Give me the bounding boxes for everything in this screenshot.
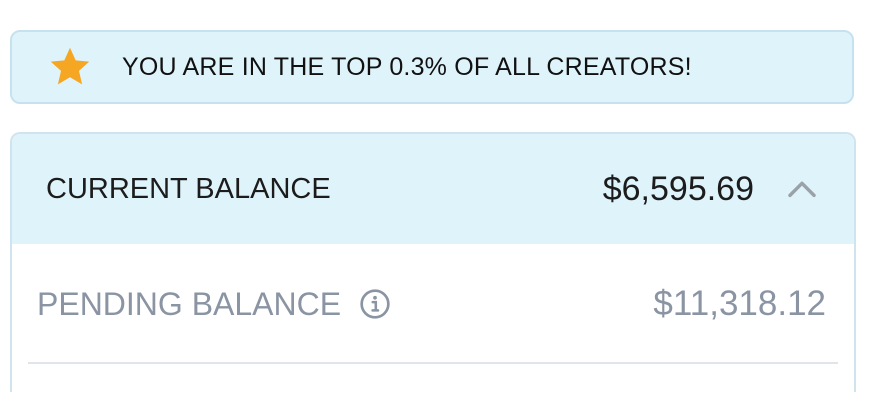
- top-creator-banner: YOU ARE IN THE TOP 0.3% OF ALL CREATORS!: [10, 30, 854, 104]
- pending-balance-label: PENDING BALANCE: [37, 285, 342, 322]
- pending-balance-amount: $11,318.12: [653, 284, 826, 323]
- star-icon: [48, 45, 92, 89]
- pending-balance-row: PENDING BALANCE $11,318.12: [12, 244, 854, 364]
- info-icon[interactable]: [359, 288, 391, 320]
- chevron-up-icon[interactable]: [784, 171, 820, 207]
- banner-text: YOU ARE IN THE TOP 0.3% OF ALL CREATORS!: [122, 52, 692, 81]
- current-balance-header[interactable]: CURRENT BALANCE $6,595.69: [12, 134, 854, 244]
- divider: [28, 362, 838, 364]
- current-balance-label: CURRENT BALANCE: [46, 172, 331, 205]
- earnings-page: YOU ARE IN THE TOP 0.3% OF ALL CREATORS!…: [0, 0, 870, 415]
- balance-card: CURRENT BALANCE $6,595.69 PENDING BALANC…: [10, 132, 856, 392]
- current-balance-amount: $6,595.69: [602, 169, 754, 208]
